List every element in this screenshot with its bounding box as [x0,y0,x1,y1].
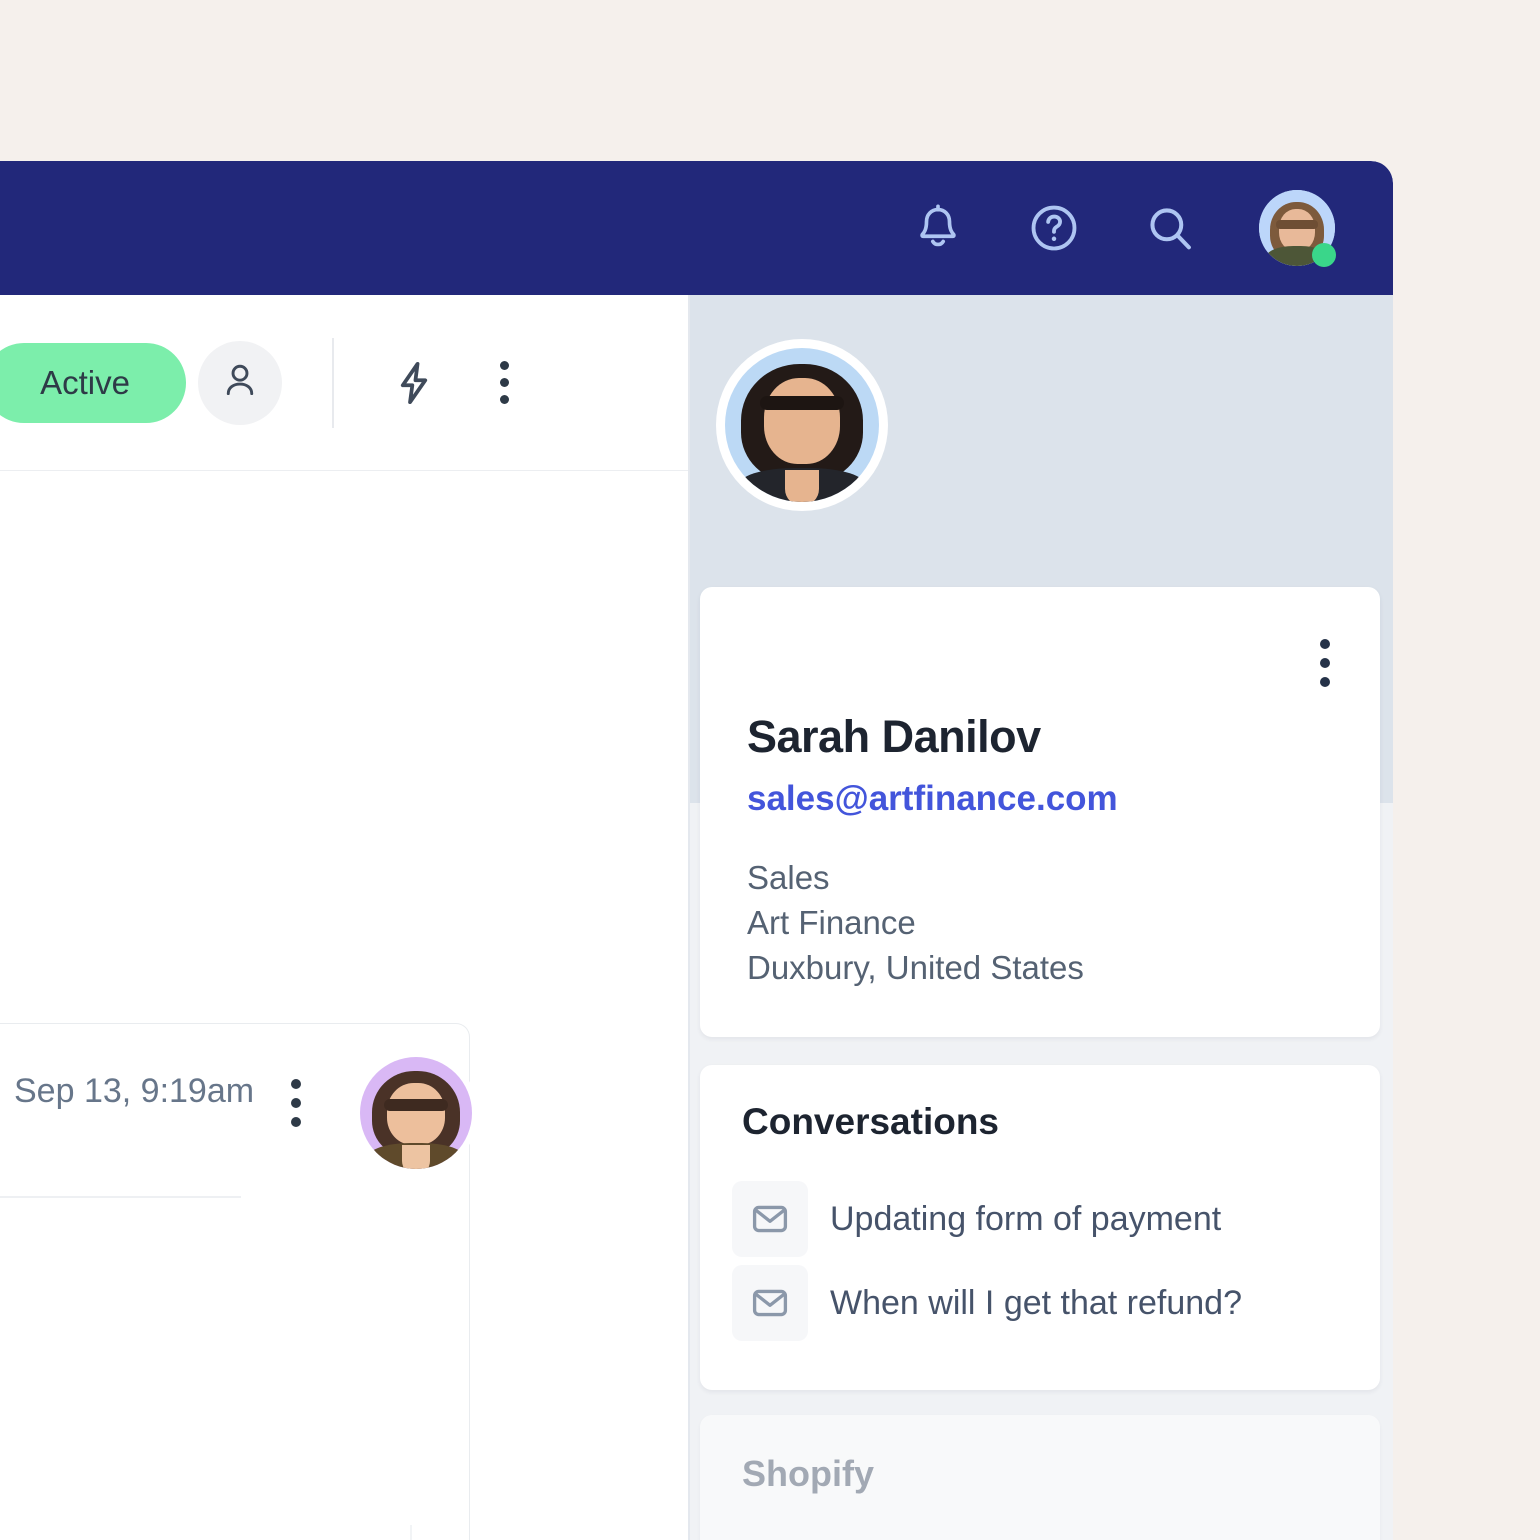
screen-root: Active Sep 13, 9:19am Sarah Danilov sale… [0,0,1540,1540]
contact-avatar[interactable] [716,339,888,511]
kebab-dot [291,1117,301,1127]
user-icon [218,358,262,407]
kebab-dot [499,378,509,387]
toolbar-divider [332,337,334,428]
conversation-more-menu[interactable] [482,355,526,411]
kebab-dot [291,1079,301,1089]
contact-location: Duxbury, United States [747,949,1084,986]
envelope-icon [732,1265,808,1341]
shopify-title: Shopify [742,1453,874,1494]
conversation-toolbar: Active [0,295,688,471]
contact-company: Art Finance [747,904,916,941]
conversation-subject: When will I get that refund? [830,1283,1243,1322]
conversation-subject: Updating form of payment [830,1199,1222,1238]
message-timestamp: Sep 13, 9:19am [14,1072,255,1110]
envelope-icon [732,1181,808,1257]
message-header: te Sep 13, 9:19am [0,1024,478,1175]
avatar[interactable] [1259,190,1336,267]
top-navigation-bar [0,161,1393,295]
search-icon[interactable] [1143,201,1197,255]
conversations-title: Conversations [742,1101,1000,1142]
message-divider [0,1196,241,1198]
online-status-dot [1312,243,1336,267]
contact-name: Sarah Danilov [747,711,1041,762]
message-thread-card: te Sep 13, 9:19am [0,1023,478,1540]
lightning-bolt-icon[interactable] [386,355,442,411]
message-author-avatar[interactable] [354,1051,478,1175]
kebab-dot [1320,639,1330,649]
contact-email-link[interactable]: sales@artfinance.com [747,779,1118,819]
list-item[interactable]: Updating form of payment [732,1177,1352,1261]
navbar-actions [911,161,1336,295]
contact-role: Sales [747,859,830,896]
status-badge[interactable]: Active [0,342,186,423]
avatar-image [360,1057,472,1169]
conversations-card: Conversations Updating form of payment W… [700,1065,1380,1390]
avatar-image [725,348,879,502]
bell-icon[interactable] [911,201,965,255]
kebab-dot [1320,658,1330,668]
contact-card: Sarah Danilov sales@artfinance.com Sales… [700,587,1380,1037]
contact-more-menu[interactable] [1320,639,1330,687]
assignee-button[interactable] [198,340,282,425]
kebab-dot [499,395,509,404]
pane-edge-line [410,1525,412,1540]
contact-details-pane: Sarah Danilov sales@artfinance.com Sales… [688,295,1393,1540]
conversation-pane: Active Sep 13, 9:19am [0,295,688,1540]
contact-meta: Sales Art Finance Duxbury, United States [747,855,1084,990]
kebab-dot [291,1098,301,1108]
kebab-dot [499,361,509,370]
pane-divider [688,295,690,1540]
shopify-integration-card: Shopify Customer Since 11 Aug 2019 [700,1415,1380,1540]
workspace-body: Active Sep 13, 9:19am Sarah Danilov sale… [0,295,1393,1540]
question-circle-icon[interactable] [1027,201,1081,255]
app-window: Active Sep 13, 9:19am Sarah Danilov sale… [0,161,1393,1540]
message-more-menu[interactable] [291,1079,301,1127]
kebab-dot [1320,677,1330,687]
list-item[interactable]: When will I get that refund? [732,1261,1352,1345]
conversations-list: Updating form of payment When will I get… [732,1177,1352,1345]
